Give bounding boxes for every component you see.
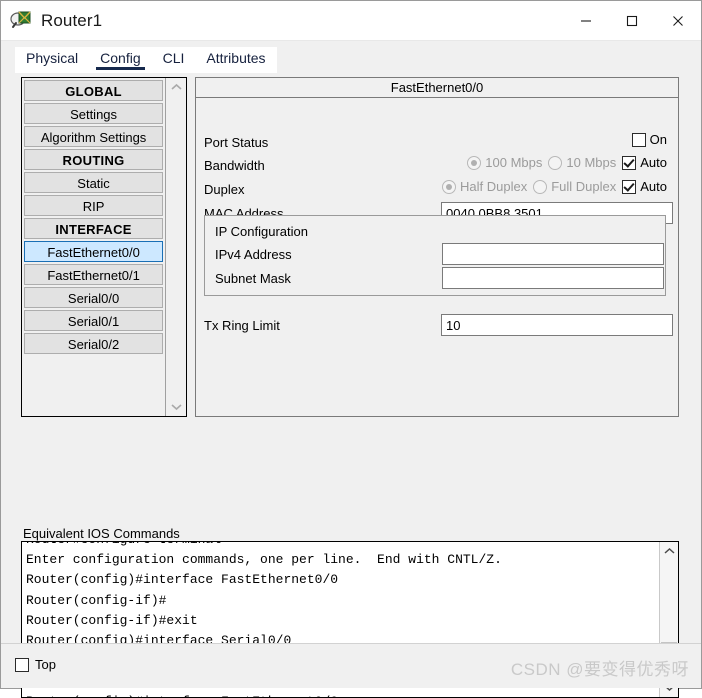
sidebar-header-global: GLOBAL xyxy=(24,80,164,101)
top-checkbox-group[interactable]: Top xyxy=(15,657,56,672)
router-config-window: Router1 Physical Config CLI Attributes G… xyxy=(0,0,702,698)
top-label: Top xyxy=(35,657,56,672)
bottom-bar: Top CSDN @要变得优秀呀 xyxy=(1,643,701,688)
port-status-control: On xyxy=(631,132,673,147)
panel-title: FastEthernet0/0 xyxy=(196,78,678,98)
duplex-control: Half Duplex Full Duplex Auto xyxy=(442,179,673,194)
sidebar-scrollbar[interactable] xyxy=(165,78,186,416)
panel-body: Port Status On Bandwidth 100 Mbps 10 Mbp… xyxy=(196,98,678,417)
sidebar-item-fastethernet0-1[interactable]: FastEthernet0/1 xyxy=(24,264,164,285)
sidebar-item-rip[interactable]: RIP xyxy=(24,195,164,216)
subnet-mask-label: Subnet Mask xyxy=(215,271,291,286)
ip-configuration-title: IP Configuration xyxy=(215,224,308,239)
tx-ring-limit-input[interactable] xyxy=(441,314,673,336)
interface-panel: FastEthernet0/0 Port Status On Bandwidth… xyxy=(195,77,679,417)
bandwidth-100mbps-label: 100 Mbps xyxy=(485,155,543,170)
sidebar-item-algorithm-settings[interactable]: Algorithm Settings xyxy=(24,126,164,147)
port-status-on-checkbox[interactable] xyxy=(631,132,646,147)
duplex-full-radio[interactable] xyxy=(533,179,548,194)
port-status-label: Port Status xyxy=(204,135,269,150)
bandwidth-label: Bandwidth xyxy=(204,158,265,173)
sidebar-item-serial0-1[interactable]: Serial0/1 xyxy=(24,310,164,331)
bandwidth-auto-checkbox[interactable] xyxy=(622,155,637,170)
chevron-down-icon[interactable] xyxy=(166,398,186,416)
close-button[interactable] xyxy=(655,1,701,40)
ipv4-address-input[interactable] xyxy=(442,243,664,265)
top-checkbox[interactable] xyxy=(15,657,29,672)
tab-physical[interactable]: Physical xyxy=(15,47,90,73)
tab-bar: Physical Config CLI Attributes xyxy=(1,41,701,73)
window-controls xyxy=(563,1,701,40)
bandwidth-100mbps-radio[interactable] xyxy=(467,155,482,170)
config-content: GLOBAL Settings Algorithm Settings ROUTI… xyxy=(1,73,701,698)
subnet-mask-input[interactable] xyxy=(442,267,664,289)
sidebar-item-settings[interactable]: Settings xyxy=(24,103,164,124)
tab-config[interactable]: Config xyxy=(89,47,152,73)
chevron-up-icon[interactable] xyxy=(660,542,678,560)
ip-configuration-group: IP Configuration IPv4 Address Subnet Mas… xyxy=(204,215,666,296)
tab-cli[interactable]: CLI xyxy=(151,47,196,73)
duplex-auto-label: Auto xyxy=(640,179,667,194)
tx-ring-limit-label: Tx Ring Limit xyxy=(204,318,280,333)
bandwidth-10mbps-radio[interactable] xyxy=(548,155,563,170)
sidebar-header-interface: INTERFACE xyxy=(24,218,164,239)
port-status-on-label: On xyxy=(649,132,667,147)
sidebar-item-serial0-0[interactable]: Serial0/0 xyxy=(24,287,164,308)
sidebar-header-routing: ROUTING xyxy=(24,149,164,170)
equivalent-ios-commands-label: Equivalent IOS Commands xyxy=(23,526,180,541)
chevron-up-icon[interactable] xyxy=(166,78,186,96)
title-bar: Router1 xyxy=(1,1,701,41)
sidebar-list: GLOBAL Settings Algorithm Settings ROUTI… xyxy=(22,78,165,416)
bandwidth-control: 100 Mbps 10 Mbps Auto xyxy=(467,155,673,170)
duplex-full-label: Full Duplex xyxy=(551,179,617,194)
sidebar-item-serial0-2[interactable]: Serial0/2 xyxy=(24,333,164,354)
minimize-button[interactable] xyxy=(563,1,609,40)
tab-attributes[interactable]: Attributes xyxy=(195,47,277,73)
duplex-auto-checkbox[interactable] xyxy=(622,179,637,194)
sidebar-item-fastethernet0-0[interactable]: FastEthernet0/0 xyxy=(24,241,164,262)
maximize-button[interactable] xyxy=(609,1,655,40)
duplex-half-radio[interactable] xyxy=(442,179,457,194)
sidebar-item-static[interactable]: Static xyxy=(24,172,164,193)
window-title: Router1 xyxy=(41,10,103,30)
bandwidth-auto-label: Auto xyxy=(640,155,667,170)
ipv4-address-label: IPv4 Address xyxy=(215,247,292,262)
duplex-label: Duplex xyxy=(204,182,245,197)
bandwidth-10mbps-label: 10 Mbps xyxy=(566,155,617,170)
router-icon xyxy=(10,10,32,32)
duplex-half-label: Half Duplex xyxy=(460,179,528,194)
watermark: CSDN @要变得优秀呀 xyxy=(510,660,689,679)
config-sidebar: GLOBAL Settings Algorithm Settings ROUTI… xyxy=(21,77,187,417)
